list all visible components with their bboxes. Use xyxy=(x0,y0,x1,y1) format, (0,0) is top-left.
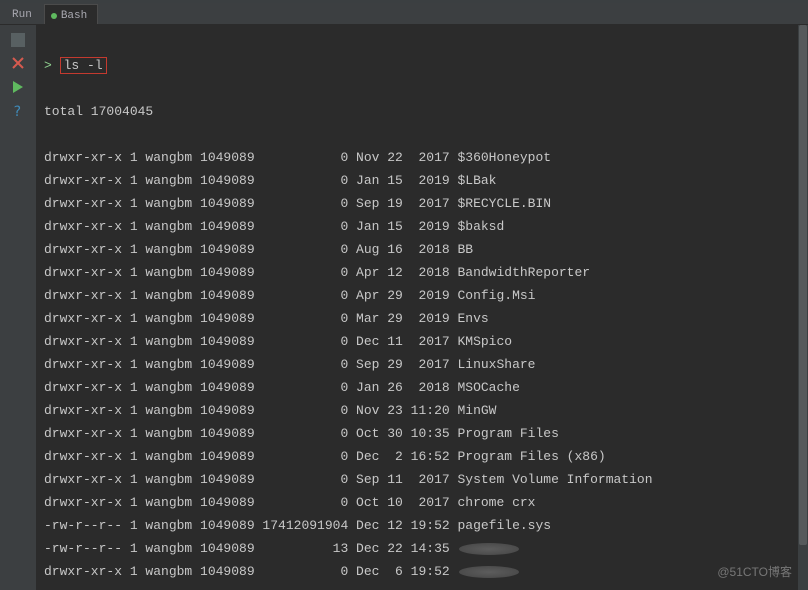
listing-row: drwxr-xr-x 1 wangbm 1049089 0 Nov 23 11:… xyxy=(44,399,790,422)
listing-row: drwxr-xr-x 1 wangbm 1049089 0 Sep 29 201… xyxy=(44,353,790,376)
bash-status-dot-icon xyxy=(51,13,57,19)
terminal-output[interactable]: > ls -l total 17004045 drwxr-xr-x 1 wang… xyxy=(36,25,798,590)
listing-row: drwxr-xr-x 1 wangbm 1049089 0 Jan 15 201… xyxy=(44,169,790,192)
tab-run[interactable]: Run xyxy=(6,4,42,24)
listing-row: drwxr-xr-x 1 wangbm 1049089 0 Sep 19 201… xyxy=(44,192,790,215)
listing-row: drwxr-xr-x 1 wangbm 1049089 0 Jan 15 201… xyxy=(44,215,790,238)
listing-row: -rw-r--r-- 1 wangbm 1049089 13 Dec 22 14… xyxy=(44,537,790,560)
listing-row: drwxr-xr-x 1 wangbm 1049089 0 Apr 12 201… xyxy=(44,261,790,284)
watermark: @51CTO博客 xyxy=(717,561,792,584)
listing-row: drwxr-xr-x 1 wangbm 1049089 0 Sep 11 201… xyxy=(44,468,790,491)
tab-run-label: Run xyxy=(12,9,32,21)
highlighted-command-ls: ls -l xyxy=(60,57,107,74)
close-icon[interactable] xyxy=(10,55,26,71)
scrollbar-thumb[interactable] xyxy=(799,25,807,545)
redacted-name xyxy=(459,566,519,578)
listing-row: drwxr-xr-x 1 wangbm 1049089 0 Dec 6 19:5… xyxy=(44,560,790,583)
listing-row: drwxr-xr-x 1 wangbm 1049089 0 Apr 29 201… xyxy=(44,284,790,307)
listing-row: drwxr-xr-x 1 wangbm 1049089 0 Nov 22 201… xyxy=(44,146,790,169)
help-icon[interactable]: ? xyxy=(10,103,26,119)
cmd-line-ls: > ls -l xyxy=(44,54,790,77)
listing-row: drwxr-xr-x 1 wangbm 1049089 0 Mar 29 201… xyxy=(44,307,790,330)
svg-text:?: ? xyxy=(13,104,21,119)
tab-bash[interactable]: Bash xyxy=(44,4,98,24)
tab-strip: Run Bash xyxy=(0,3,808,25)
redacted-name xyxy=(459,543,519,555)
listing-row: drwxr-xr-x 1 wangbm 1049089 0 Oct 10 201… xyxy=(44,491,790,514)
listing-row: drwxr-xr-x 1 wangbm 1049089 0 Dec 2 16:5… xyxy=(44,445,790,468)
action-gutter: ? xyxy=(0,25,36,590)
scrollbar-track[interactable] xyxy=(798,25,808,590)
listing-row: -rw-r--r-- 1 wangbm 1049089 17412091904 … xyxy=(44,514,790,537)
listing-row: drwxr-xr-x 1 wangbm 1049089 0 Aug 16 201… xyxy=(44,238,790,261)
stop-placeholder-icon[interactable] xyxy=(11,33,25,47)
run-icon[interactable] xyxy=(10,79,26,95)
listing-row: drwxr-xr-x 1 wangbm 1049089 0 Jan 26 201… xyxy=(44,376,790,399)
tab-bash-label: Bash xyxy=(61,10,87,22)
total-line: total 17004045 xyxy=(44,100,790,123)
listing-row: drwxr-xr-x 1 wangbm 1049089 0 Oct 30 10:… xyxy=(44,422,790,445)
listing-row: drwxr-xr-x 1 wangbm 1049089 0 Dec 11 201… xyxy=(44,330,790,353)
